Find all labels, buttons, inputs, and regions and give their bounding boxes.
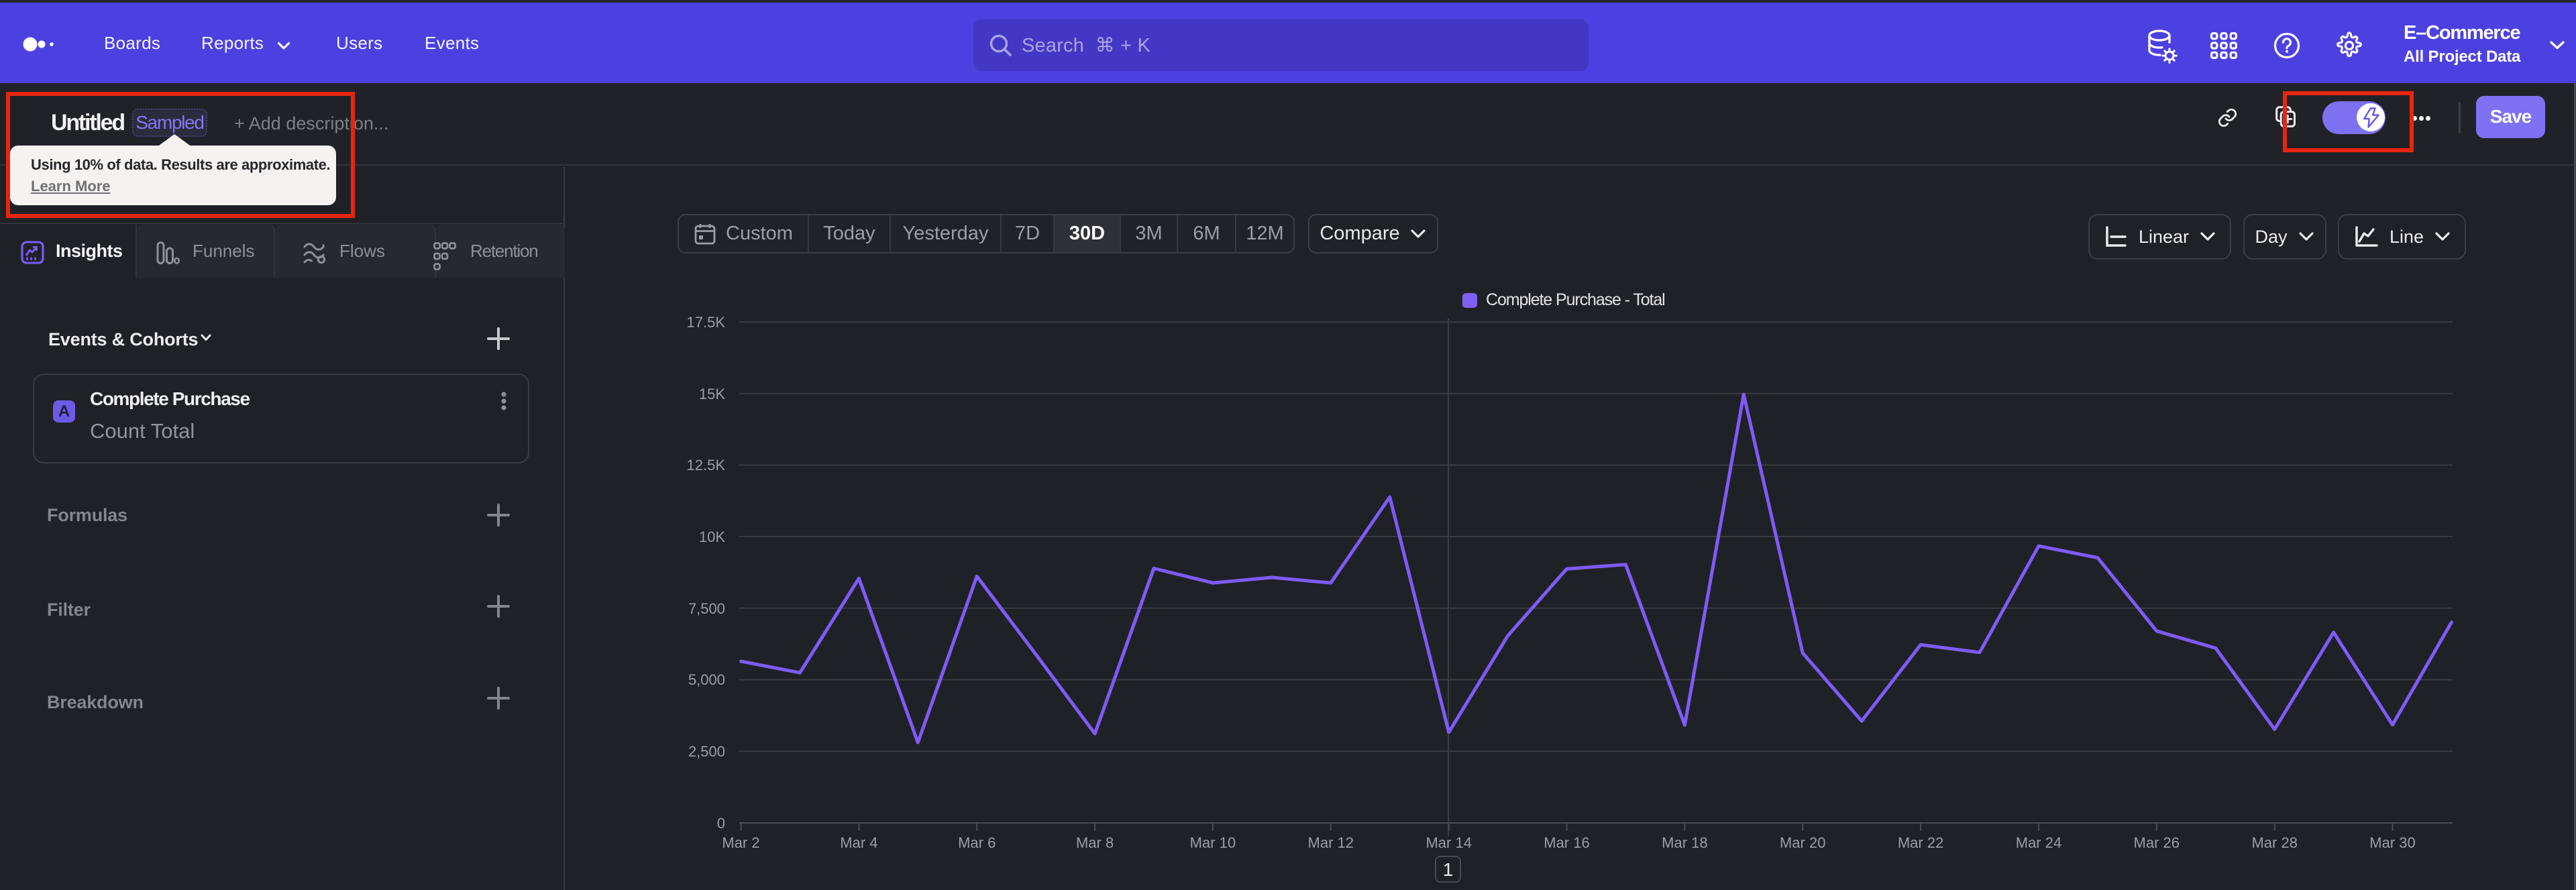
svg-text:Mar 26: Mar 26 [2134,834,2180,851]
svg-text:Mar 2: Mar 2 [722,834,759,851]
svg-text:Mar 24: Mar 24 [2016,834,2061,851]
svg-text:Mar 18: Mar 18 [1662,834,1707,851]
svg-text:10K: 10K [699,529,725,545]
svg-text:17.5K: 17.5K [687,314,726,331]
svg-text:Mar 4: Mar 4 [840,834,877,851]
svg-text:5,000: 5,000 [688,671,725,688]
svg-text:Mar 20: Mar 20 [1780,834,1825,851]
svg-text:Mar 28: Mar 28 [2251,834,2297,851]
svg-text:0: 0 [717,815,725,832]
svg-text:Mar 22: Mar 22 [1898,834,1943,851]
svg-text:2,500: 2,500 [688,743,725,760]
svg-text:15K: 15K [699,386,725,402]
svg-text:12.5K: 12.5K [687,457,726,474]
svg-text:Mar 30: Mar 30 [2369,834,2415,851]
svg-text:Mar 14: Mar 14 [1426,834,1471,851]
svg-text:Mar 8: Mar 8 [1076,834,1114,851]
svg-text:Mar 16: Mar 16 [1544,834,1589,851]
svg-text:Mar 6: Mar 6 [958,834,996,851]
svg-text:7,500: 7,500 [688,600,725,617]
svg-text:Mar 10: Mar 10 [1190,834,1236,851]
svg-text:Mar 12: Mar 12 [1308,834,1354,851]
